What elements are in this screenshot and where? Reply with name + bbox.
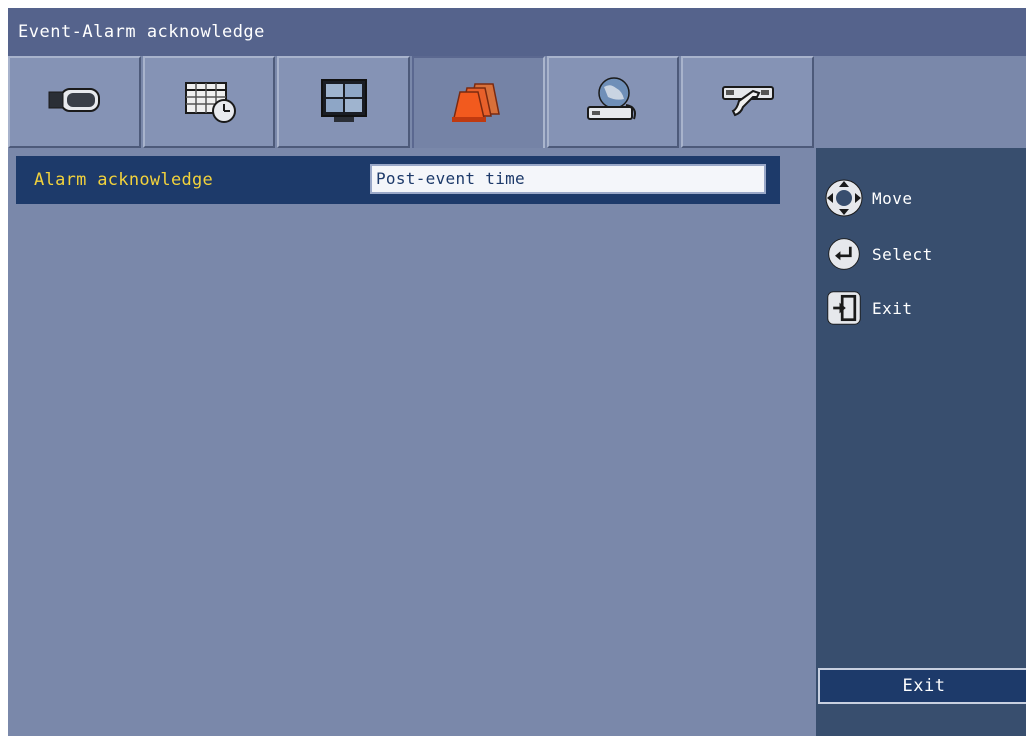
tab-camera[interactable]: [8, 56, 141, 148]
tab-monitor[interactable]: [277, 56, 411, 148]
hint-select: Select: [822, 234, 933, 274]
hint-exit-label: Exit: [872, 298, 913, 318]
hint-move-label: Move: [872, 188, 913, 208]
dpad-move-icon: [822, 178, 866, 218]
tab-bar-filler: [816, 56, 1026, 148]
schedule-calendar-icon: [174, 73, 244, 131]
exit-door-icon: [822, 288, 866, 328]
menu-tab-bar: [8, 56, 816, 148]
osd-window: Event-Alarm acknowledge Alarm acknowledg…: [8, 8, 1026, 736]
setting-row-alarm-acknowledge[interactable]: Alarm acknowledge Post-event time: [16, 156, 780, 204]
monitor-icon: [309, 73, 379, 131]
hint-exit: Exit: [822, 288, 913, 328]
alarm-light-icon: [443, 74, 513, 132]
camera-icon: [39, 73, 109, 131]
hint-move: Move: [822, 178, 913, 218]
settings-panel: Alarm acknowledge Post-event time: [8, 148, 816, 736]
tab-system[interactable]: [681, 56, 815, 148]
exit-button[interactable]: Exit: [818, 668, 1026, 704]
window-title: Event-Alarm acknowledge: [8, 8, 1026, 56]
system-tools-icon: [713, 73, 783, 131]
setting-label: Alarm acknowledge: [34, 170, 214, 190]
tab-network[interactable]: [546, 56, 680, 148]
help-sidebar: Move Select Exit Exit: [816, 148, 1026, 736]
enter-select-icon: [822, 234, 866, 274]
alarm-acknowledge-select[interactable]: Post-event time: [370, 164, 766, 194]
hint-select-label: Select: [872, 244, 933, 264]
network-globe-icon: [578, 73, 648, 131]
tab-schedule[interactable]: [142, 56, 276, 148]
tab-alarm[interactable]: [412, 56, 545, 148]
